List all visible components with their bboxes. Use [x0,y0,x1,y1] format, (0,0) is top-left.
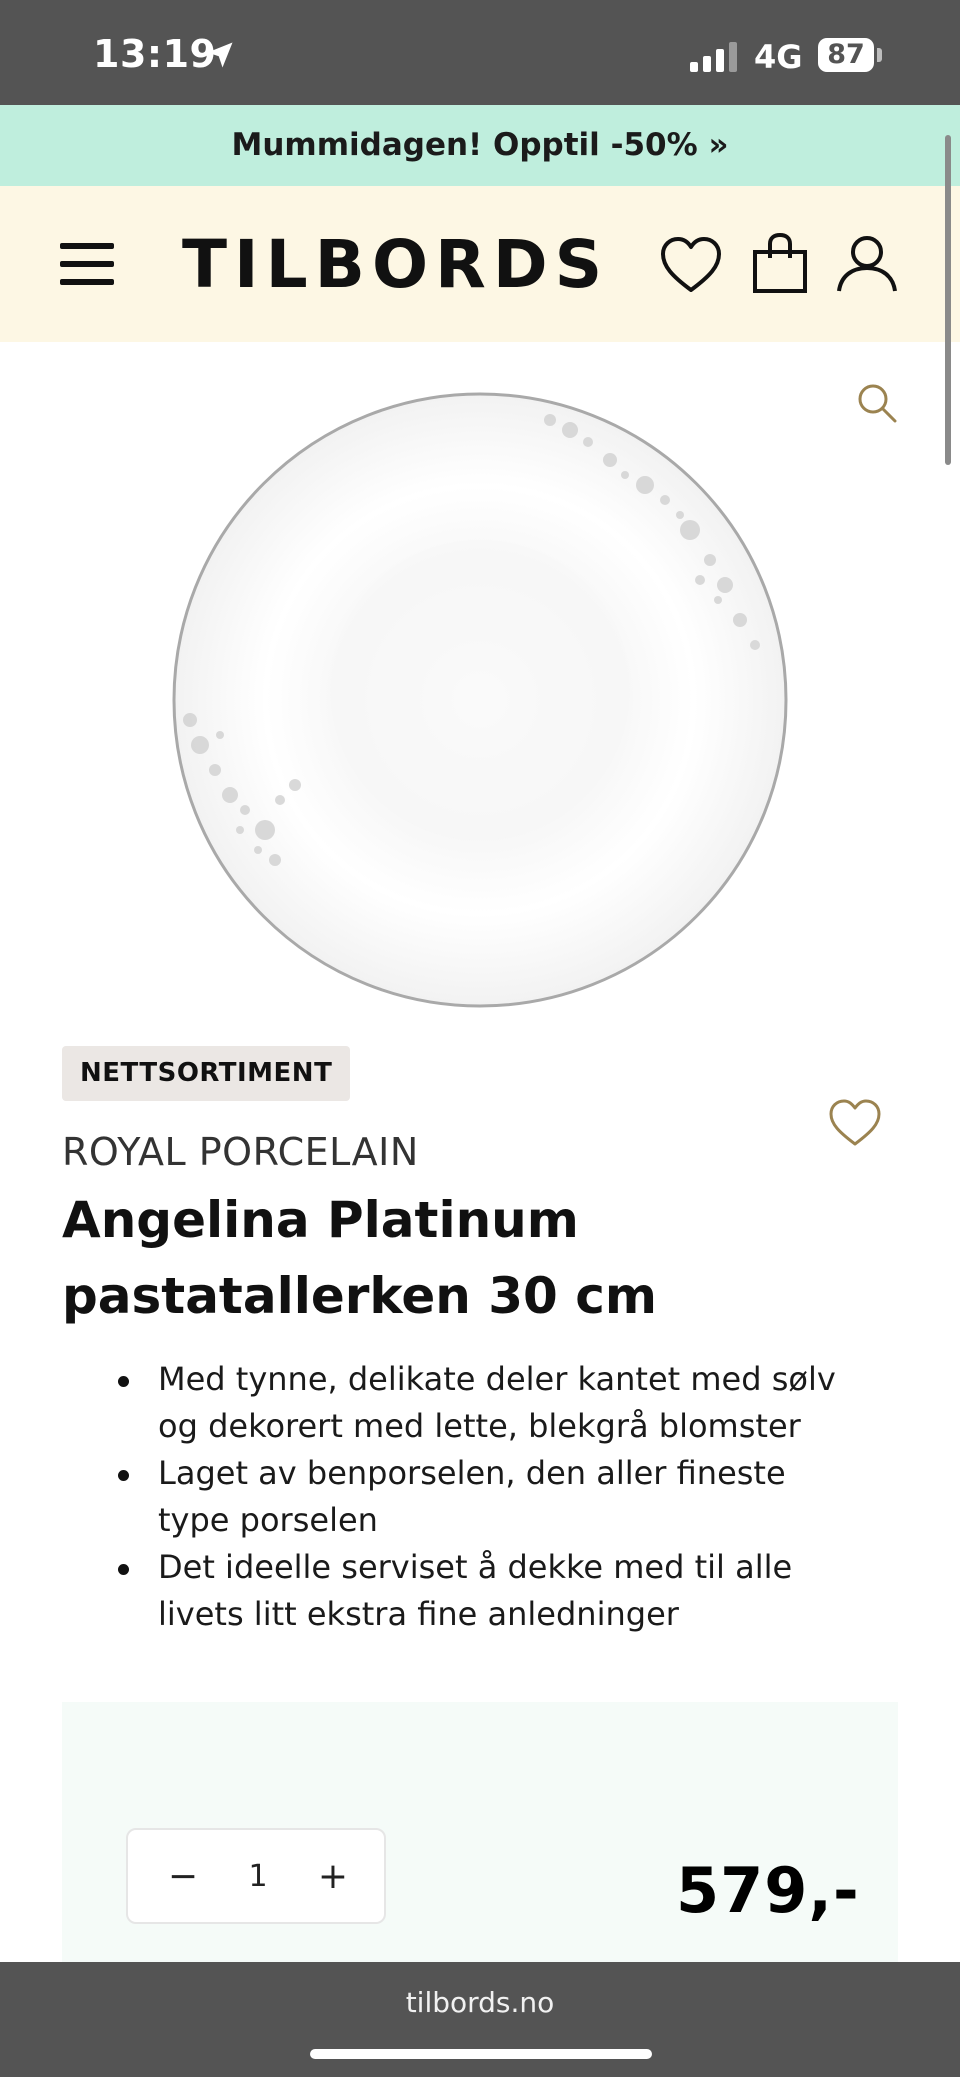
search-zoom-icon[interactable] [856,382,898,424]
status-time: 13:19 [93,32,217,76]
product-image-plate[interactable] [170,390,790,1010]
quantity-decrease-button[interactable]: − [158,1852,208,1902]
feature-item: Det ideelle serviset å dekke med til all… [118,1544,838,1638]
battery-tip [877,48,882,62]
page-scrollbar[interactable] [945,135,951,465]
buy-box: − 1 + 579,- [62,1702,898,1962]
home-indicator[interactable] [310,2049,652,2059]
feature-item: Laget av benporselen, den aller fineste … [118,1450,838,1544]
promo-banner-link[interactable]: Mummidagen! Opptil -50% » [0,105,960,186]
feature-item: Med tynne, delikate deler kantet med søl… [118,1356,838,1450]
product-price: 579,- [676,1854,860,1927]
menu-icon[interactable] [60,241,114,287]
product-title: Angelina Platinum pastatallerken 30 cm [62,1191,657,1325]
heart-icon[interactable] [660,236,722,294]
status-bar: 13:19 4G 87 [0,0,960,105]
browser-address-bar: tilbords.no [0,1962,960,2077]
signal-bars-icon [690,42,737,72]
product-brand[interactable]: ROYAL PORCELAIN [62,1130,419,1174]
site-header: TILBORDS [0,186,960,342]
availability-badge: NETTSORTIMENT [62,1046,351,1101]
site-logo[interactable]: TILBORDS [182,226,609,303]
url-label[interactable]: tilbords.no [0,1986,960,2019]
location-arrow-icon [207,42,233,68]
quantity-stepper: − 1 + [126,1828,386,1924]
feature-list: Med tynne, delikate deler kantet med søl… [118,1356,838,1638]
network-label: 4G [754,38,803,76]
user-icon[interactable] [836,234,898,294]
quantity-increase-button[interactable]: + [308,1852,358,1902]
quantity-value[interactable]: 1 [228,1852,288,1902]
battery-indicator: 87 [818,38,874,72]
favorite-heart-icon[interactable] [828,1098,882,1148]
shopping-bag-icon[interactable] [752,232,808,294]
